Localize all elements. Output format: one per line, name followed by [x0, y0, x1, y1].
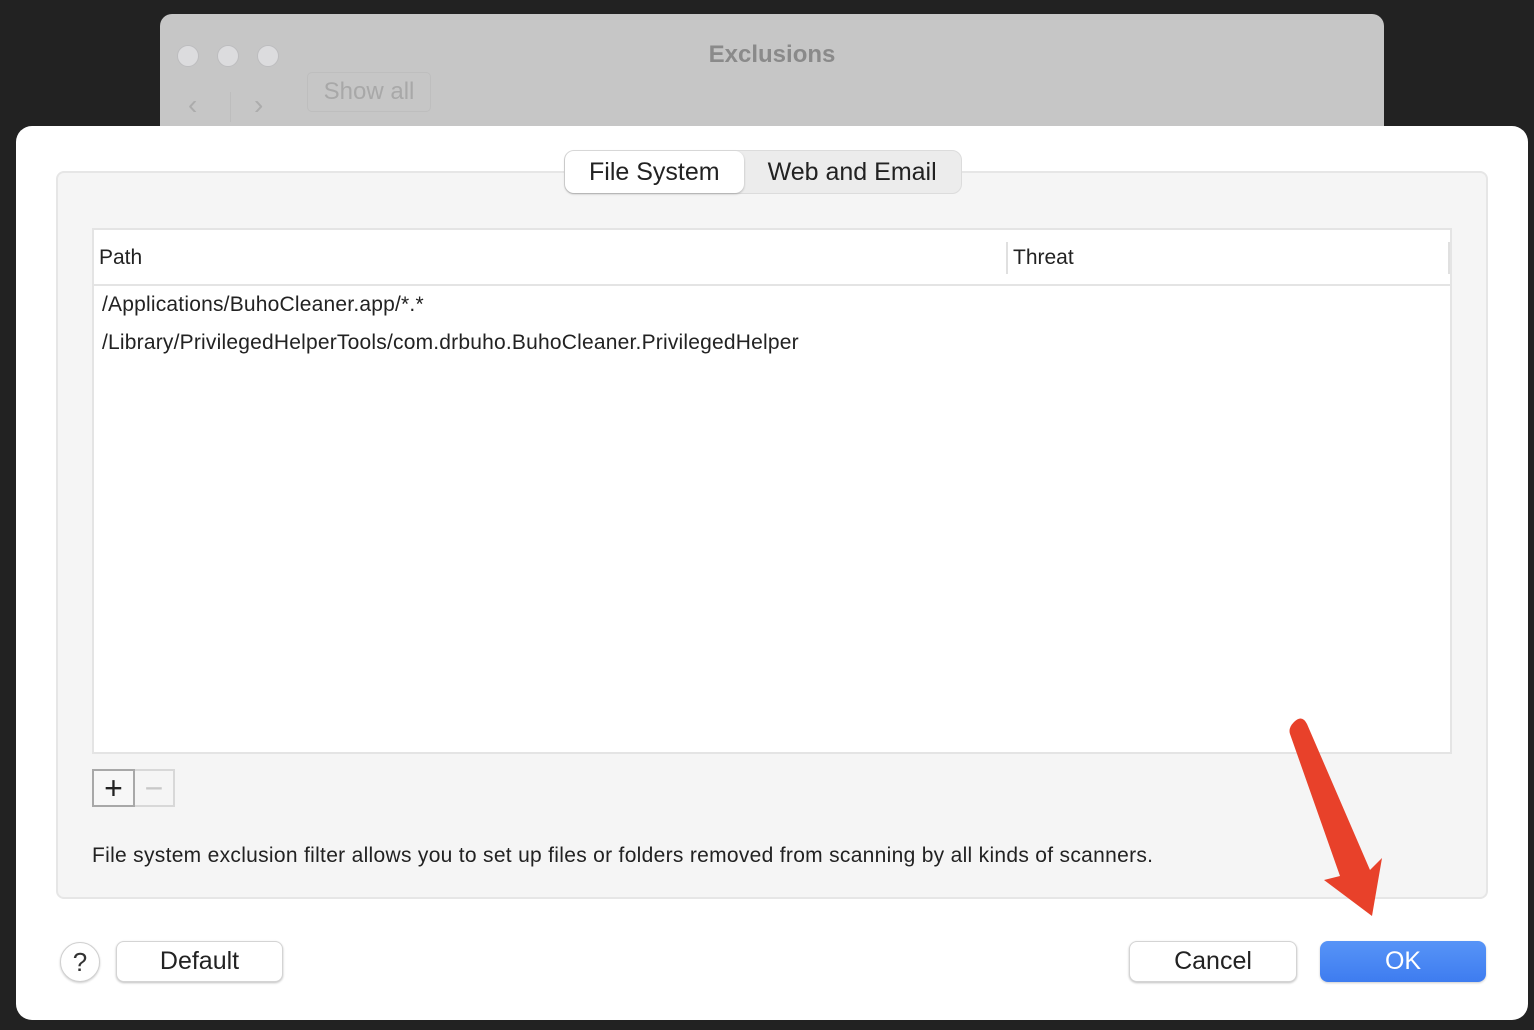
tab-bar: File System Web and Email [564, 150, 962, 194]
default-button[interactable]: Default [116, 941, 283, 982]
plus-icon: + [104, 769, 123, 806]
table-row[interactable]: /Library/PrivilegedHelperTools/com.drbuh… [94, 324, 1450, 362]
nav-divider [230, 92, 231, 122]
back-icon[interactable]: ‹ [188, 89, 197, 121]
remove-exclusion-button[interactable]: − [135, 769, 175, 807]
column-header-threat[interactable]: Threat [1008, 230, 1074, 286]
exclusions-sheet: File System Web and Email Path Threat /A… [16, 126, 1528, 1020]
question-mark-icon: ? [72, 946, 88, 977]
show-all-button[interactable]: Show all [307, 72, 431, 112]
column-divider[interactable] [1448, 242, 1450, 274]
path-cell: /Applications/BuhoCleaner.app/*.* [102, 293, 424, 316]
exclusions-table: Path Threat /Applications/BuhoCleaner.ap… [92, 228, 1452, 754]
description-text: File system exclusion filter allows you … [92, 844, 1154, 867]
cancel-button[interactable]: Cancel [1129, 941, 1297, 982]
help-button[interactable]: ? [60, 942, 100, 982]
tab-web-and-email[interactable]: Web and Email [744, 151, 961, 193]
window-title: Exclusions [708, 41, 836, 68]
add-exclusion-button[interactable]: + [92, 769, 135, 807]
path-cell: /Library/PrivilegedHelperTools/com.drbuh… [102, 331, 799, 354]
minus-icon: − [144, 769, 164, 806]
background-window: Exclusions ‹ › Show all [160, 14, 1384, 144]
add-remove-control: + − [92, 769, 175, 807]
column-header-path[interactable]: Path [94, 230, 142, 286]
ok-button[interactable]: OK [1320, 941, 1486, 982]
tab-file-system[interactable]: File System [565, 151, 744, 193]
forward-icon[interactable]: › [254, 89, 263, 121]
table-header: Path Threat [94, 230, 1450, 286]
table-row[interactable]: /Applications/BuhoCleaner.app/*.* [94, 286, 1450, 324]
